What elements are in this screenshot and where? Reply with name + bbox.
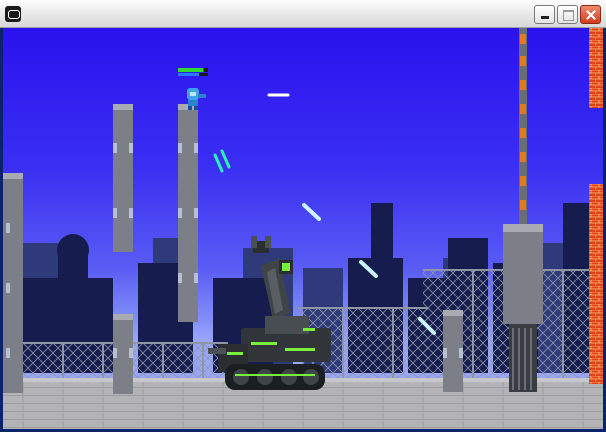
game-scene — [3, 28, 603, 429]
pillar — [443, 310, 463, 392]
pillar — [113, 104, 133, 252]
brick-wall — [589, 28, 603, 384]
maximize-button[interactable] — [557, 5, 578, 24]
minimize-button[interactable] — [534, 5, 555, 24]
plasma-bolt — [213, 153, 224, 173]
tank-treads — [225, 364, 325, 390]
pillar — [178, 104, 198, 322]
pillar — [113, 314, 133, 394]
player-status-bars — [178, 68, 208, 76]
game-canvas[interactable] — [3, 28, 603, 429]
app-icon — [5, 6, 21, 22]
laser-shot — [302, 203, 321, 221]
close-button[interactable] — [580, 5, 601, 24]
pillar — [3, 173, 23, 393]
title-bar[interactable] — [0, 0, 606, 28]
game-window — [0, 0, 606, 432]
plasma-bolt — [220, 149, 231, 169]
tower — [503, 224, 543, 392]
hanging-chain — [519, 28, 527, 224]
player-character — [187, 88, 206, 110]
